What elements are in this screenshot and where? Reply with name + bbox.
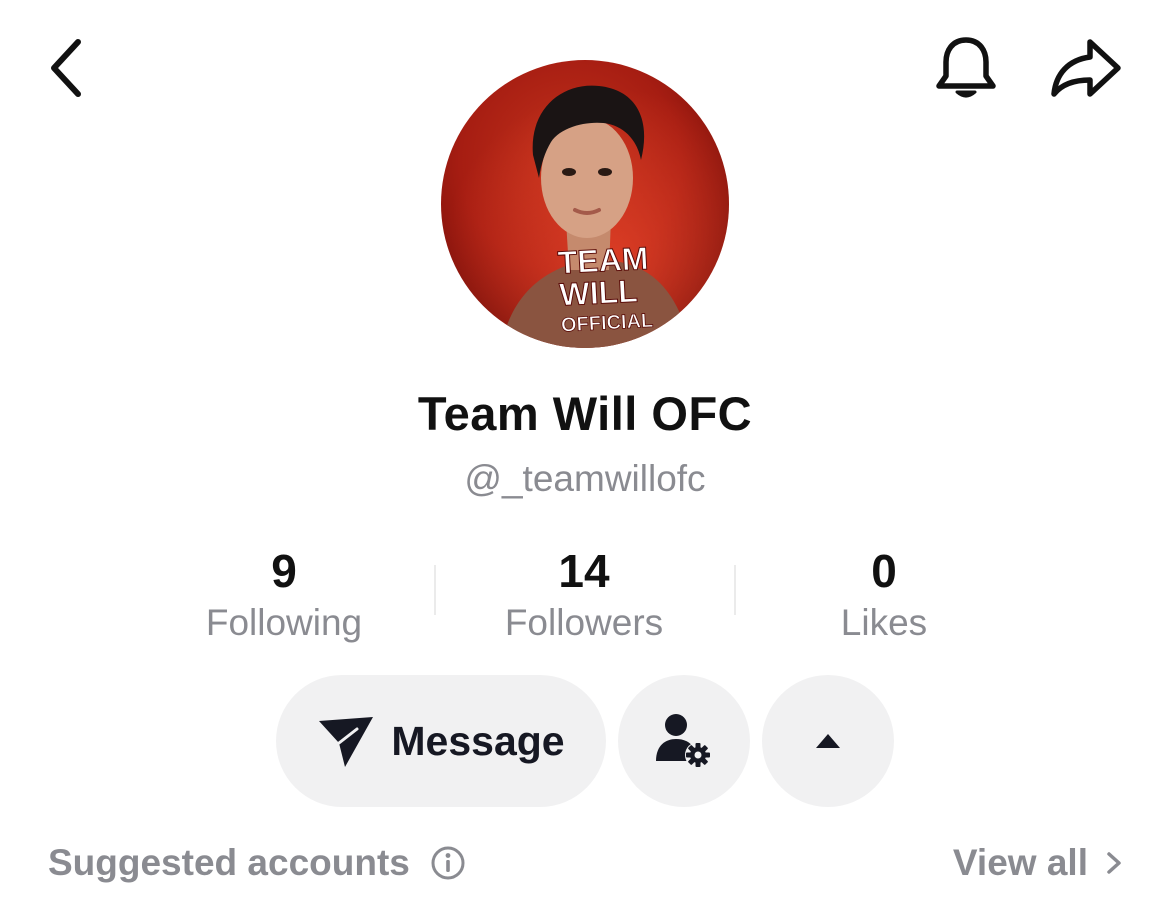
likes-count: 0 <box>871 545 897 597</box>
back-button[interactable] <box>40 36 100 100</box>
stat-following[interactable]: 9 Following <box>134 545 434 645</box>
view-all-label: View all <box>952 842 1088 883</box>
username-handle: @_teamwillofc <box>464 458 706 499</box>
info-icon[interactable] <box>430 845 466 881</box>
stat-likes[interactable]: 0 Likes <box>734 545 1034 645</box>
chevron-left-icon <box>51 39 81 97</box>
view-all-link[interactable]: View all <box>953 842 1124 884</box>
bell-icon <box>936 37 996 98</box>
suggested-accounts-title: Suggested accounts <box>48 842 410 883</box>
message-button-label: Message <box>391 717 565 764</box>
likes-label: Likes <box>840 602 928 643</box>
send-paper-plane-icon <box>319 717 374 767</box>
share-button[interactable] <box>1046 36 1126 102</box>
notification-button[interactable] <box>930 32 1002 104</box>
share-arrow-icon <box>1051 39 1121 97</box>
message-button[interactable]: Message <box>276 675 606 807</box>
more-options-button[interactable] <box>762 675 894 807</box>
friend-settings-button[interactable] <box>618 675 750 807</box>
followers-label: Followers <box>504 602 664 643</box>
chevron-right-icon <box>1107 852 1121 874</box>
avatar-logo-line2: WILL <box>559 273 639 313</box>
caret-up-icon <box>816 734 840 748</box>
avatar-image: TEAM WILL OFFICIAL <box>441 60 729 348</box>
stat-followers[interactable]: 14 Followers <box>434 545 734 645</box>
avatar[interactable]: TEAM WILL OFFICIAL <box>441 60 729 348</box>
display-name: Team Will OFC <box>417 387 753 440</box>
followers-count: 14 <box>558 545 610 597</box>
following-label: Following <box>205 602 363 643</box>
suggested-accounts-header: Suggested accounts <box>48 842 466 884</box>
following-count: 9 <box>271 545 297 597</box>
user-gear-icon <box>656 714 711 768</box>
